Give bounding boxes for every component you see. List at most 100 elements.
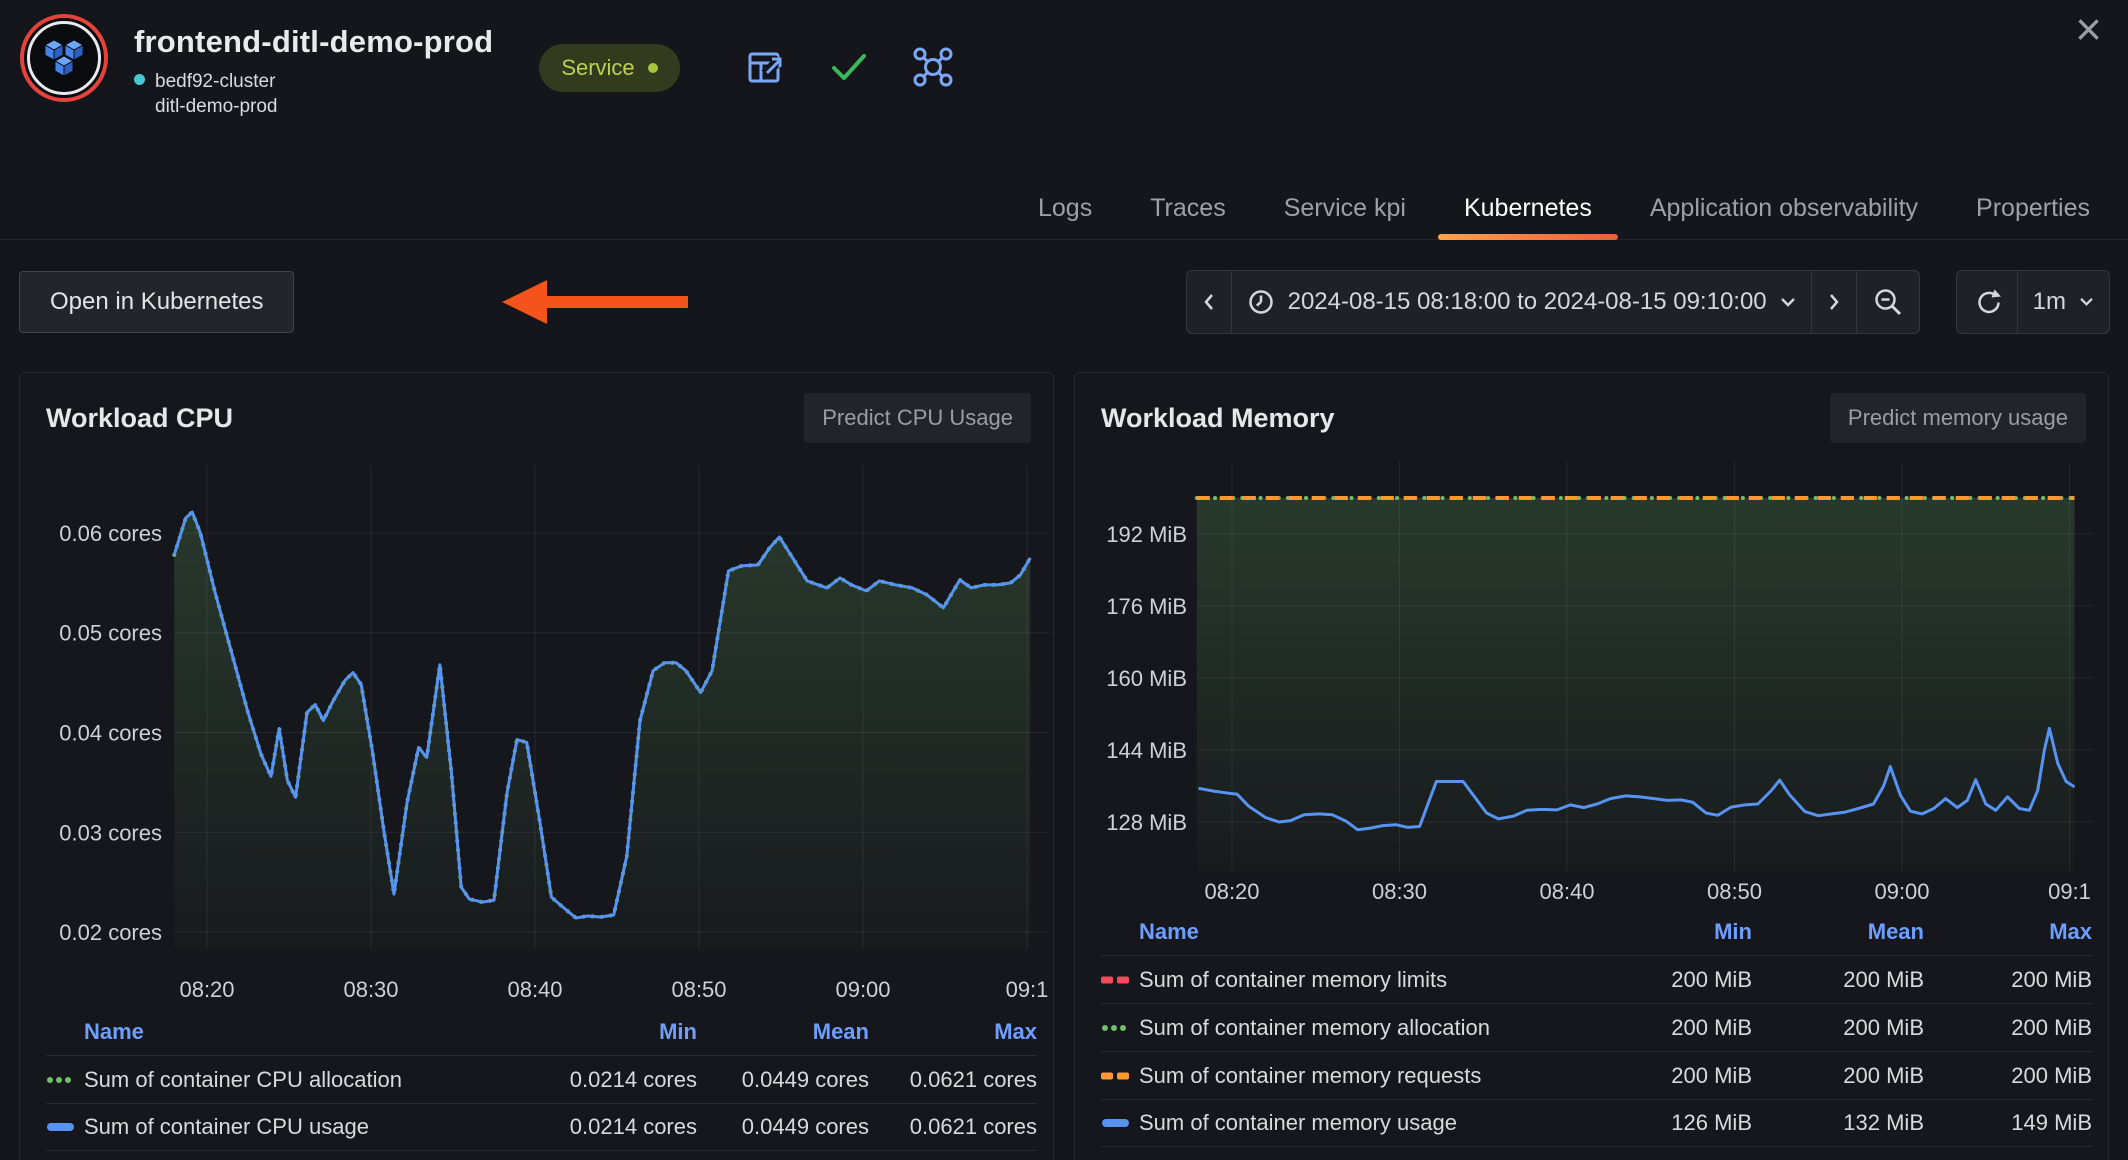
workload-cpu-panel: Workload CPU Predict CPU Usage 08:20 08:3…: [19, 372, 1054, 1160]
series-min: 200 MiB: [1577, 1015, 1752, 1041]
legend-row[interactable]: Sum of container memory allocation200 Mi…: [1101, 1003, 2092, 1051]
refresh-interval-dropdown[interactable]: 1m: [2017, 271, 2109, 333]
legend-col-name: Name: [1139, 919, 1577, 945]
tab-bar: Logs Traces Service kpi Kubernetes Applicati…: [0, 150, 2128, 240]
legend-row[interactable]: Sum of container CPU usage0.0214 cores0.…: [46, 1103, 1037, 1151]
cubes-icon: [40, 34, 88, 82]
svg-text:08:50: 08:50: [671, 977, 726, 1002]
series-name: Sum of container CPU usage: [84, 1114, 522, 1140]
series-swatch-solid-blue: [1101, 1117, 1139, 1129]
predict-cpu-usage-button[interactable]: Predict CPU Usage: [804, 393, 1031, 443]
series-max: 200 MiB: [1924, 1015, 2092, 1041]
tab-kubernetes[interactable]: Kubernetes: [1464, 194, 1592, 223]
health-check-icon: [830, 51, 868, 83]
series-max: 200 MiB: [1924, 1063, 2092, 1089]
memory-legend-table: NameMinMeanMax Sum of container memory li…: [1075, 909, 2108, 1147]
series-name: Sum of container memory usage: [1139, 1110, 1577, 1136]
legend-row[interactable]: Sum of container memory limits200 MiB200…: [1101, 955, 2092, 1003]
cpu-panel-title: Workload CPU: [46, 403, 233, 434]
series-swatch-dots-green: [46, 1074, 84, 1086]
series-max: 149 MiB: [1924, 1110, 2092, 1136]
svg-text:0.04 cores: 0.04 cores: [59, 721, 162, 746]
legend-col-mean: Mean: [1752, 919, 1924, 945]
time-range-text: 2024-08-15 08:18:00 to 2024-08-15 09:10:…: [1288, 288, 1767, 316]
series-name: Sum of container memory requests: [1139, 1063, 1577, 1089]
series-min: 200 MiB: [1577, 967, 1752, 993]
chevron-down-icon: [2079, 297, 2094, 307]
memory-panel-title: Workload Memory: [1101, 403, 1335, 434]
topology-map-icon[interactable]: [912, 46, 954, 88]
series-name: Sum of container memory limits: [1139, 967, 1577, 993]
tab-logs[interactable]: Logs: [1038, 194, 1092, 223]
badge-status-dot: [648, 63, 658, 73]
series-mean: 0.0449 cores: [697, 1114, 869, 1140]
svg-text:176 MiB: 176 MiB: [1106, 594, 1187, 619]
series-max: 0.0621 cores: [869, 1067, 1037, 1093]
svg-text:0.03 cores: 0.03 cores: [59, 820, 162, 845]
series-mean: 0.0449 cores: [697, 1067, 869, 1093]
legend-row[interactable]: Sum of container memory usage126 MiB132 …: [1101, 1099, 2092, 1147]
refresh-interval-value: 1m: [2033, 288, 2066, 316]
cluster-subtitle: bedf92-cluster ditl-demo-prod: [134, 69, 493, 119]
svg-text:08:20: 08:20: [1204, 879, 1259, 904]
svg-text:0.05 cores: 0.05 cores: [59, 621, 162, 646]
series-mean: 200 MiB: [1752, 967, 1924, 993]
annotation-arrow-icon: [500, 275, 692, 329]
clock-icon: [1247, 288, 1275, 316]
series-min: 0.0214 cores: [522, 1114, 697, 1140]
svg-text:08:30: 08:30: [343, 977, 398, 1002]
close-icon[interactable]: ×: [2075, 6, 2102, 52]
predict-memory-usage-button[interactable]: Predict memory usage: [1830, 393, 2086, 443]
legend-row[interactable]: Sum of container memory requests200 MiB2…: [1101, 1051, 2092, 1099]
cluster-status-dot: [134, 74, 145, 85]
series-min: 0.0214 cores: [522, 1067, 697, 1093]
time-shift-forward-button[interactable]: [1811, 271, 1856, 333]
legend-col-name: Name: [84, 1019, 522, 1045]
memory-chart[interactable]: 08:2008:3008:4008:5009:0009:1192 MiB176 …: [1075, 449, 2108, 909]
svg-text:192 MiB: 192 MiB: [1106, 522, 1187, 547]
toolbar: Open in Kubernetes 2024-08-15 08:18:00 t…: [0, 270, 2128, 334]
magnifier-minus-icon: [1872, 286, 1904, 318]
svg-text:0.06 cores: 0.06 cores: [59, 521, 162, 546]
time-range-button[interactable]: 2024-08-15 08:18:00 to 2024-08-15 09:10:…: [1231, 271, 1811, 333]
series-swatch-dash-orange: [1101, 1070, 1139, 1082]
open-in-kubernetes-button[interactable]: Open in Kubernetes: [19, 271, 294, 333]
svg-text:08:30: 08:30: [1372, 879, 1427, 904]
tab-service-kpi[interactable]: Service kpi: [1284, 194, 1406, 223]
time-range-picker: 2024-08-15 08:18:00 to 2024-08-15 09:10:…: [1186, 270, 1920, 334]
series-mean: 200 MiB: [1752, 1015, 1924, 1041]
refresh-button[interactable]: [1957, 271, 2017, 333]
legend-col-min: Min: [1577, 919, 1752, 945]
time-shift-back-button[interactable]: [1187, 271, 1231, 333]
tab-traces[interactable]: Traces: [1150, 194, 1225, 223]
series-swatch-dots-green: [1101, 1022, 1139, 1034]
svg-text:09:00: 09:00: [1874, 879, 1929, 904]
svg-text:08:20: 08:20: [179, 977, 234, 1002]
svg-text:08:40: 08:40: [1539, 879, 1594, 904]
svg-text:144 MiB: 144 MiB: [1106, 738, 1187, 763]
workload-memory-panel: Workload Memory Predict memory usage 08:…: [1074, 372, 2109, 1160]
legend-col-min: Min: [522, 1019, 697, 1045]
series-swatch-solid-blue: [46, 1121, 84, 1133]
series-swatch-dash-red: [1101, 974, 1139, 986]
svg-text:09:00: 09:00: [835, 977, 890, 1002]
legend-col-max: Max: [869, 1019, 1037, 1045]
legend-row[interactable]: Sum of container CPU allocation0.0214 co…: [46, 1055, 1037, 1103]
tab-properties[interactable]: Properties: [1976, 194, 2090, 223]
cpu-chart[interactable]: 08:2008:3008:4008:5009:0009:10.06 cores0…: [20, 449, 1053, 1009]
series-mean: 132 MiB: [1752, 1110, 1924, 1136]
entity-header: frontend-ditl-demo-prod bedf92-cluster d…: [0, 0, 2128, 150]
zoom-out-time-button[interactable]: [1856, 271, 1919, 333]
series-name: Sum of container memory allocation: [1139, 1015, 1577, 1041]
series-max: 0.0621 cores: [869, 1114, 1037, 1140]
chevron-down-icon: [1780, 297, 1796, 308]
cluster-name: bedf92-cluster: [155, 69, 278, 94]
svg-text:0.02 cores: 0.02 cores: [59, 920, 162, 945]
namespace-name: ditl-demo-prod: [155, 94, 278, 119]
legend-col-max: Max: [1924, 919, 2092, 945]
svg-text:128 MiB: 128 MiB: [1106, 810, 1187, 835]
series-min: 200 MiB: [1577, 1063, 1752, 1089]
dashboard-export-icon[interactable]: [746, 47, 786, 87]
svg-text:08:40: 08:40: [507, 977, 562, 1002]
tab-application-observability[interactable]: Application observability: [1650, 194, 1918, 223]
